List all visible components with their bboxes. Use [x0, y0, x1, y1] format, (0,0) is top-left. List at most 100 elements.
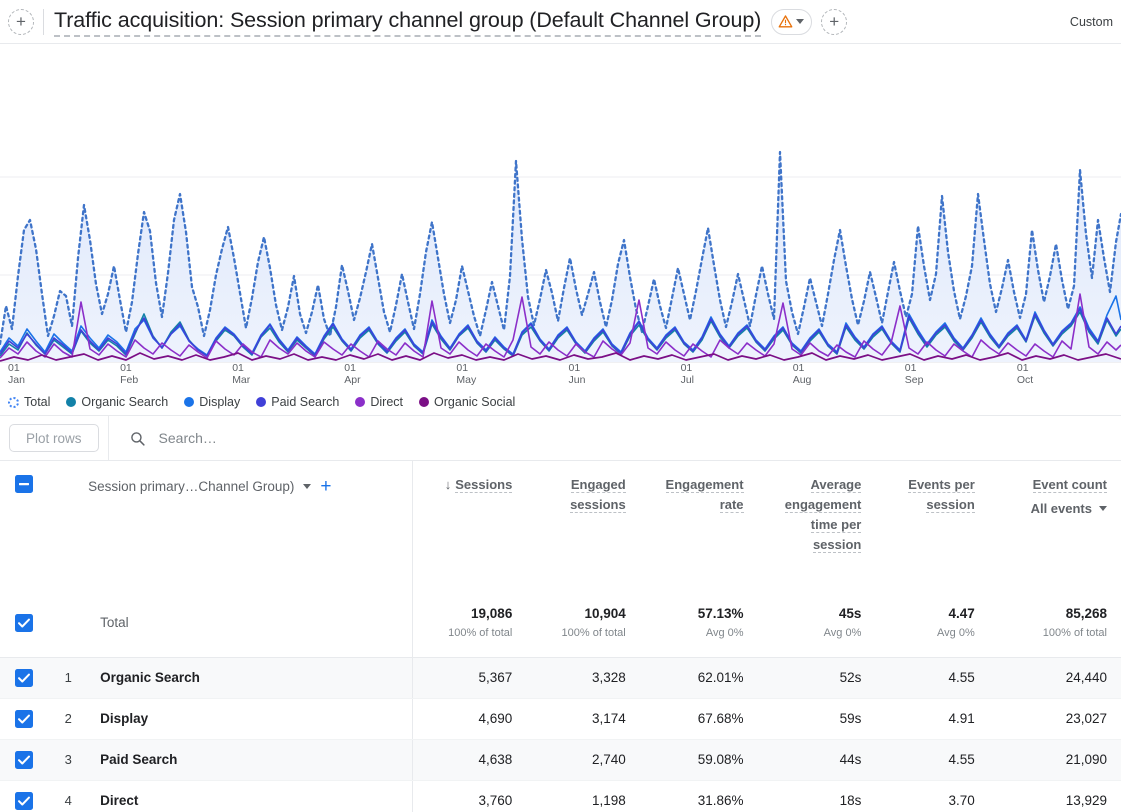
- cell-avg-engagement-time: 18s: [757, 780, 876, 812]
- total-subvalue: 100% of total: [1042, 626, 1107, 639]
- total-value: 10,904: [584, 605, 626, 621]
- header-col-engaged-sessions[interactable]: Engaged sessions: [526, 461, 639, 589]
- row-dimension-value[interactable]: Paid Search: [88, 739, 413, 781]
- total-row-label: Total: [88, 589, 413, 658]
- header-col-label: Sessions: [455, 477, 513, 493]
- cell-events-per-session: 3.70: [875, 780, 989, 812]
- row-dimension-value[interactable]: Display: [88, 698, 413, 740]
- row-checkbox[interactable]: [15, 709, 34, 728]
- row-checkbox-cell: [0, 780, 49, 812]
- x-tick-month: Jul: [680, 374, 695, 386]
- row-checkbox[interactable]: [15, 791, 34, 810]
- search-box[interactable]: [129, 429, 1121, 447]
- cell-avg-engagement-time: 59s: [757, 698, 876, 740]
- legend-marker-ring-icon: [8, 396, 19, 408]
- total-subvalue: Avg 0%: [705, 626, 744, 639]
- row-rank: 4: [48, 780, 89, 812]
- add-dimension-icon[interactable]: +: [320, 477, 331, 496]
- header-col-event-count[interactable]: Event count All events: [989, 461, 1121, 589]
- legend-item-display[interactable]: Display: [184, 395, 240, 409]
- series-total: [0, 150, 1121, 362]
- x-tick-day: 01: [680, 362, 693, 374]
- traffic-acquisition-table: Session primary…Channel Group) + ↓ Sessio…: [0, 461, 1121, 812]
- plot-rows-button[interactable]: Plot rows: [9, 424, 99, 452]
- cell-engagement-rate: 59.08%: [639, 739, 758, 781]
- chevron-down-icon[interactable]: [303, 484, 312, 489]
- total-checkbox-cell: [0, 589, 49, 658]
- row-checkbox-cell: [0, 739, 49, 781]
- data-warning-button[interactable]: [771, 8, 813, 35]
- checkmark-icon: [18, 618, 31, 628]
- legend-item-direct[interactable]: Direct: [355, 395, 403, 409]
- total-cell-engaged-sessions: 10,904 100% of total: [526, 589, 640, 658]
- x-tick-day: 01: [568, 362, 581, 374]
- row-checkbox[interactable]: [15, 750, 34, 769]
- x-axis-tick: 01 Sep: [905, 362, 924, 386]
- legend-label: Total: [24, 395, 51, 409]
- cell-sessions: 3,760: [412, 780, 527, 812]
- legend-marker-dot-icon: [184, 397, 195, 407]
- checkmark-icon: [18, 755, 31, 764]
- cell-event-count: 24,440: [988, 657, 1121, 699]
- event-filter-dropdown[interactable]: All events: [995, 501, 1107, 516]
- legend-item-organic-search[interactable]: Organic Search: [66, 395, 168, 409]
- x-tick-day: 01: [1016, 362, 1029, 374]
- row-dimension-value[interactable]: Organic Search: [88, 657, 413, 699]
- page-title[interactable]: Traffic acquisition: Session primary cha…: [54, 7, 761, 37]
- legend-label: Organic Social: [434, 395, 516, 409]
- header-col-label: Engaged sessions: [570, 477, 626, 513]
- header-col-label: Engagement rate: [665, 477, 744, 513]
- row-rank: 2: [48, 698, 89, 740]
- x-tick-month: Aug: [792, 374, 812, 386]
- total-cell-avg-engagement-time: 45s Avg 0%: [757, 589, 876, 658]
- row-dimension-value[interactable]: Direct: [88, 780, 413, 812]
- indeterminate-icon: [19, 483, 30, 486]
- x-axis-tick: 01 Aug: [793, 362, 812, 386]
- table-row[interactable]: 1 Organic Search 5,367 3,328 62.01% 52s 4.55 24…: [0, 657, 1121, 699]
- cell-avg-engagement-time: 52s: [757, 657, 876, 699]
- x-tick-month: Jun: [568, 374, 586, 386]
- x-tick-day: 01: [456, 362, 469, 374]
- x-tick-month: Jan: [8, 374, 25, 386]
- date-range-label[interactable]: Custom: [1070, 15, 1113, 29]
- cell-events-per-session: 4.55: [875, 657, 989, 699]
- cell-event-count: 21,090: [988, 739, 1121, 781]
- cell-avg-engagement-time: 44s: [757, 739, 876, 781]
- header-col-engagement-rate[interactable]: Engagement rate: [640, 461, 758, 589]
- search-icon: [130, 431, 145, 446]
- table-row[interactable]: 2 Display 4,690 3,174 67.68% 59s 4.91 23,027: [0, 698, 1121, 740]
- legend-marker-dot-icon: [256, 397, 267, 407]
- legend-item-paid-search[interactable]: Paid Search: [256, 395, 339, 409]
- x-tick-month: May: [456, 374, 477, 386]
- search-input[interactable]: [156, 429, 557, 447]
- add-comparison-button-right[interactable]: +: [821, 8, 848, 35]
- total-value: 85,268: [1065, 605, 1107, 621]
- legend-label: Display: [199, 395, 241, 409]
- total-subvalue: Avg 0%: [823, 626, 862, 639]
- chart-plot: [0, 150, 1121, 363]
- total-value: 19,086: [471, 605, 513, 621]
- table-row[interactable]: 4 Direct 3,760 1,198 31.86% 18s 3.70 13,929: [0, 780, 1121, 812]
- add-comparison-button-left[interactable]: +: [8, 8, 34, 35]
- cell-engagement-rate: 67.68%: [639, 698, 758, 740]
- checkmark-icon: [18, 796, 31, 805]
- header-col-sessions[interactable]: ↓ Sessions: [412, 461, 527, 589]
- cell-event-count: 23,027: [988, 698, 1121, 740]
- chart-x-axis: 01 Jan 01 Feb 01 Mar 01 Apr 01 May 01 Jun 01 Jul 01 Aug…: [0, 362, 1121, 390]
- dimension-selector-label[interactable]: Session primary…Channel Group): [88, 479, 294, 494]
- legend-marker-dot-icon: [66, 397, 77, 407]
- x-axis-tick: 01 Feb: [120, 362, 138, 386]
- table-row[interactable]: 3 Paid Search 4,638 2,740 59.08% 44s 4.55 21,09…: [0, 739, 1121, 781]
- legend-label: Organic Search: [81, 395, 169, 409]
- cell-events-per-session: 4.55: [875, 739, 989, 781]
- header-col-avg-engagement-time[interactable]: Average engagement time per session: [758, 461, 876, 589]
- row-checkbox[interactable]: [15, 668, 34, 687]
- legend-item-organic-social[interactable]: Organic Social: [419, 395, 515, 409]
- x-tick-day: 01: [344, 362, 356, 374]
- select-all-checkbox[interactable]: [15, 475, 34, 493]
- header-col-events-per-session[interactable]: Events per session: [875, 461, 988, 589]
- legend-item-total[interactable]: Total: [8, 395, 50, 409]
- x-tick-month: Sep: [904, 374, 924, 386]
- cell-engagement-rate: 62.01%: [639, 657, 758, 699]
- total-row-checkbox[interactable]: [15, 613, 34, 632]
